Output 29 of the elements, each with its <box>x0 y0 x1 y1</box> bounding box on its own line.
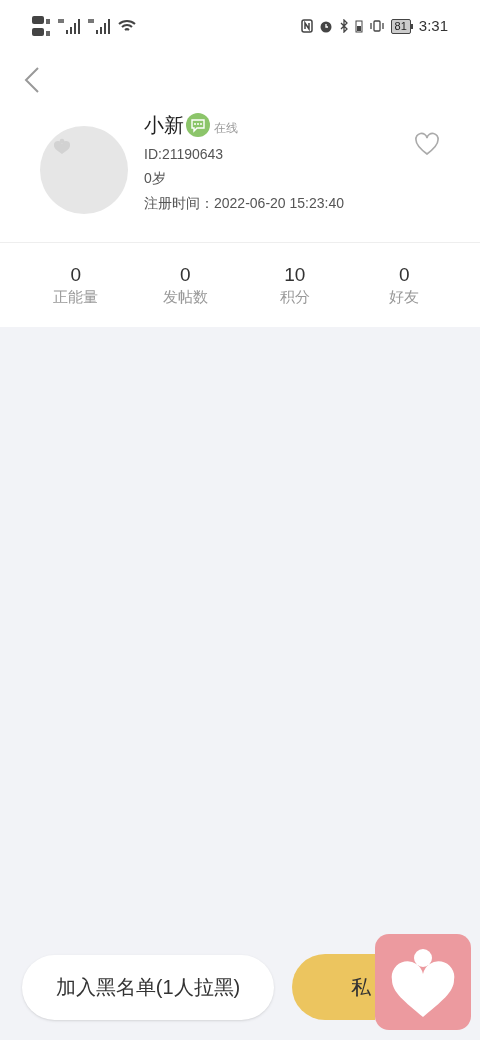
back-icon[interactable] <box>24 67 40 93</box>
stat-label: 好友 <box>389 287 420 307</box>
nfc-icon <box>300 19 313 33</box>
wifi-icon <box>118 19 136 33</box>
stat-value: 10 <box>284 263 306 287</box>
user-name: 小新 <box>144 113 184 138</box>
stat-value: 0 <box>70 263 82 287</box>
favorite-icon[interactable] <box>414 132 440 156</box>
signal-icon <box>58 18 82 34</box>
signal-icon <box>88 18 112 34</box>
stat-value: 0 <box>179 263 191 287</box>
stat-value: 0 <box>398 263 410 287</box>
registration-time: 注册时间：2022-06-20 15:23:40 <box>144 194 345 213</box>
bluetooth-icon <box>338 19 349 33</box>
user-id: ID:21190643 <box>144 145 225 164</box>
message-button[interactable]: 私 <box>292 954 375 1020</box>
stat-label: 积分 <box>279 287 310 307</box>
stat-label: 正能量 <box>53 287 99 307</box>
sim-hd-icon <box>32 14 52 38</box>
chat-icon <box>186 113 210 137</box>
online-status: 在线 <box>214 120 238 137</box>
alarm-icon <box>318 19 333 33</box>
clock-time: 3:31 <box>418 15 448 36</box>
battery-level: 81 <box>390 18 411 34</box>
battery-small-icon <box>354 19 363 33</box>
user-age: 0岁 <box>144 169 167 188</box>
vibrate-icon <box>368 19 385 33</box>
stat-label: 发帖数 <box>162 287 208 307</box>
blacklist-button[interactable]: 加入黑名单(1人拉黑) <box>22 954 274 1020</box>
